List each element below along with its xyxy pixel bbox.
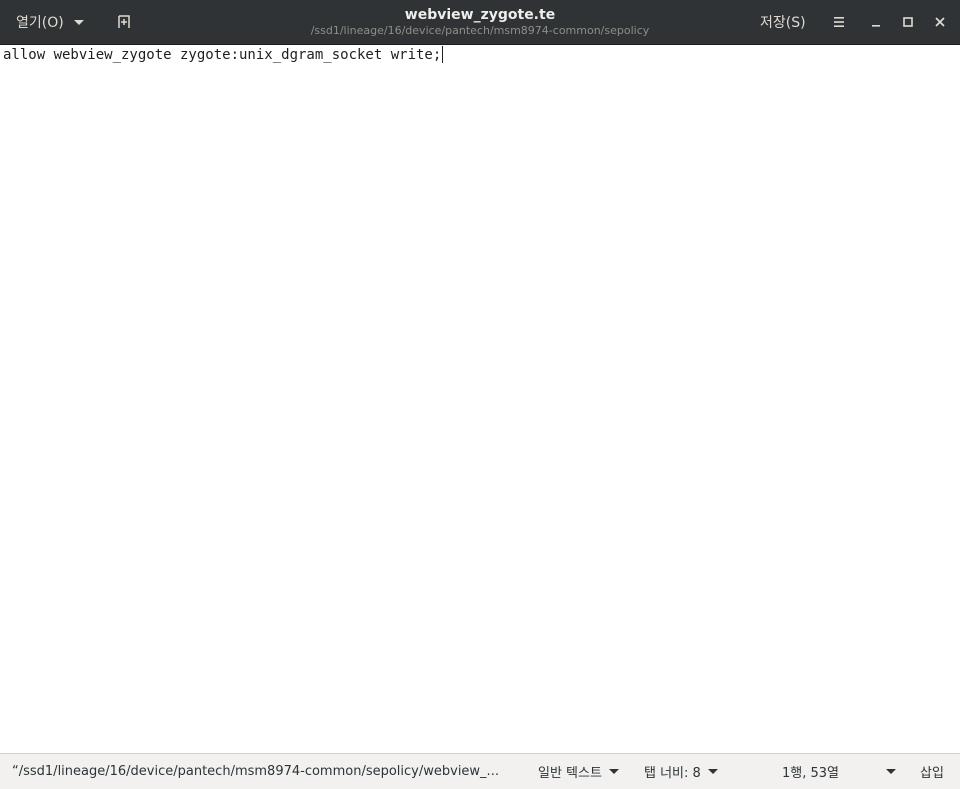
chevron-down-icon <box>707 769 718 774</box>
cursor-position[interactable]: 1행, 53열 <box>782 754 839 789</box>
insert-mode-indicator[interactable]: 삽입 <box>920 754 944 789</box>
save-button-label: 저장(S) <box>760 15 806 31</box>
open-button-label: 열기(O) <box>16 15 64 31</box>
title-area: webview_zygote.te /ssd1/lineage/16/devic… <box>230 6 730 38</box>
menu-button[interactable] <box>828 0 852 44</box>
code-line-text: allow webview_zygote zygote:unix_dgram_s… <box>3 47 442 63</box>
language-selector[interactable]: 일반 텍스트 <box>538 754 619 789</box>
chevron-down-icon <box>73 19 84 25</box>
status-bar: “/ssd1/lineage/16/device/pantech/msm8974… <box>0 753 960 789</box>
hamburger-menu-icon <box>834 17 844 27</box>
header-bar: 열기(O) webview_zygote.te /ssd1/lineage/16… <box>0 0 960 45</box>
save-button[interactable]: 저장(S) <box>752 0 814 44</box>
chevron-down-icon <box>886 769 896 774</box>
minimize-icon <box>872 25 880 27</box>
close-button[interactable] <box>928 0 952 44</box>
gedit-window: 열기(O) webview_zygote.te /ssd1/lineage/16… <box>0 0 960 789</box>
maximize-icon <box>903 17 913 27</box>
close-icon <box>935 17 945 27</box>
language-label: 일반 텍스트 <box>538 766 602 781</box>
new-document-icon <box>118 15 130 28</box>
tab-width-selector[interactable]: 탭 너비: 8 <box>644 754 718 789</box>
status-file-path: “/ssd1/lineage/16/device/pantech/msm8974… <box>12 764 499 779</box>
position-menu-button[interactable] <box>886 754 896 789</box>
maximize-button[interactable] <box>896 0 920 44</box>
chevron-down-icon <box>608 769 619 774</box>
window-title: webview_zygote.te <box>404 7 556 23</box>
text-editor[interactable]: allow webview_zygote zygote:unix_dgram_s… <box>0 45 960 753</box>
open-button[interactable]: 열기(O) <box>8 0 92 44</box>
insert-mode-label: 삽입 <box>920 766 944 781</box>
cursor-position-label: 1행, 53열 <box>782 766 839 781</box>
code-line[interactable]: allow webview_zygote zygote:unix_dgram_s… <box>3 46 444 64</box>
new-tab-button[interactable] <box>110 0 138 44</box>
text-cursor <box>442 46 444 63</box>
tab-width-label: 탭 너비: 8 <box>644 766 701 781</box>
window-subtitle: /ssd1/lineage/16/device/pantech/msm8974-… <box>310 24 650 37</box>
minimize-button[interactable] <box>864 0 888 44</box>
